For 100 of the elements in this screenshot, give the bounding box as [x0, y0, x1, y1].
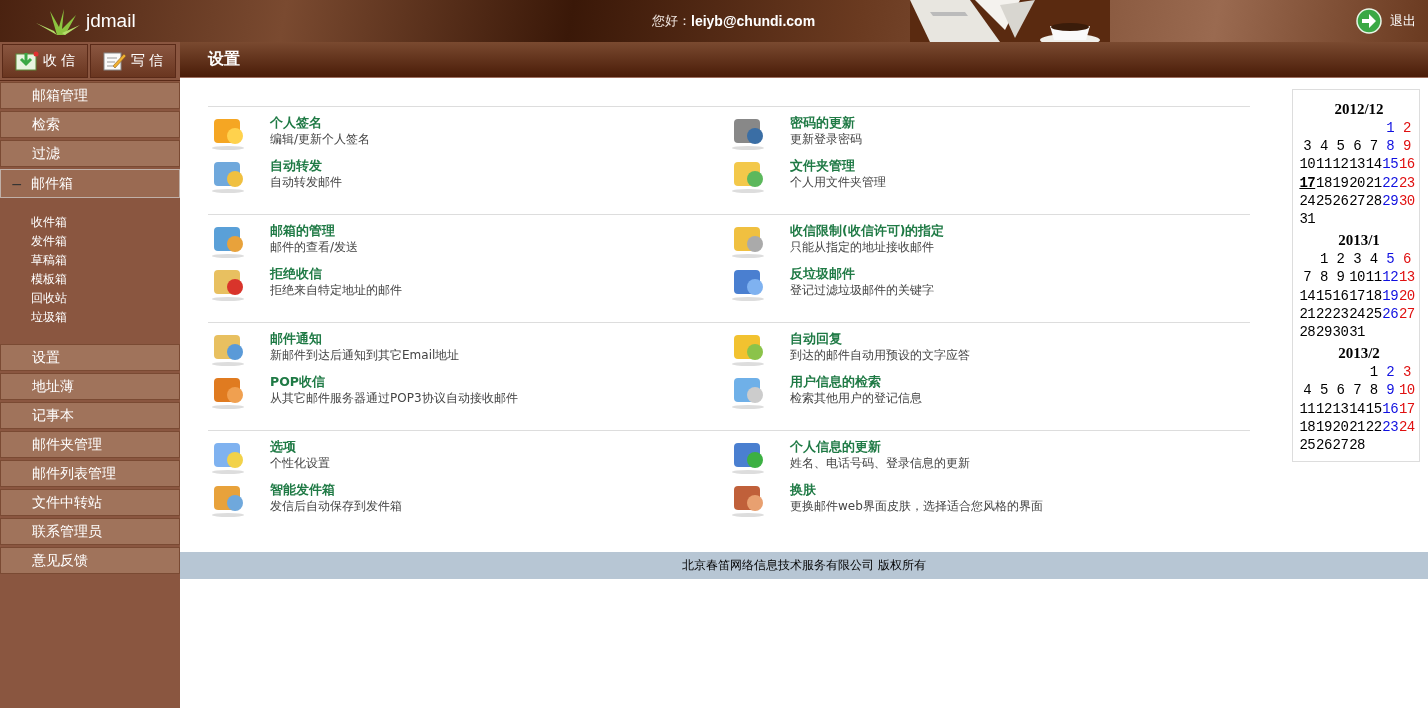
setting-link[interactable]: 文件夹管理 — [790, 158, 855, 174]
toolbar-button[interactable]: 写 信 — [90, 44, 176, 78]
calendar-day[interactable]: 21 — [1299, 304, 1316, 324]
calendar-day[interactable]: 7 — [1348, 381, 1366, 400]
calendar-day[interactable]: 12 — [1381, 268, 1399, 287]
calendar-day[interactable]: 21 — [1348, 417, 1366, 437]
calendar-day[interactable]: 29 — [1381, 191, 1399, 210]
setting-link[interactable]: 智能发件箱 — [270, 482, 335, 498]
calendar-day[interactable]: 28 — [1299, 323, 1316, 342]
calendar-day[interactable]: 19 — [1315, 417, 1333, 437]
setting-link[interactable]: 换肤 — [790, 482, 816, 498]
menu-item[interactable]: 地址薄 — [0, 373, 180, 400]
setting-link[interactable]: 个人信息的更新 — [790, 439, 881, 455]
calendar-day[interactable]: 5 — [1315, 381, 1333, 400]
calendar-day[interactable]: 5 — [1332, 137, 1349, 156]
calendar-day[interactable]: 16 — [1398, 155, 1416, 174]
menu-item[interactable]: 意见反馈 — [0, 547, 180, 574]
calendar-day[interactable]: 10 — [1348, 268, 1366, 287]
menu-item[interactable]: 邮件夹管理 — [0, 431, 180, 458]
setting-link[interactable]: POP收信 — [270, 374, 325, 390]
calendar-day[interactable]: 22 — [1365, 417, 1382, 437]
calendar-day[interactable]: 14 — [1365, 155, 1382, 174]
calendar-day[interactable]: 14 — [1348, 399, 1366, 418]
calendar-day[interactable]: 15 — [1381, 155, 1399, 174]
folder-link[interactable]: 垃圾箱 — [31, 308, 67, 327]
calendar-day[interactable]: 17 — [1348, 286, 1366, 305]
folder-link[interactable]: 草稿箱 — [31, 251, 67, 270]
calendar-day[interactable]: 3 — [1398, 363, 1416, 382]
calendar-day[interactable]: 15 — [1315, 286, 1333, 305]
calendar-day[interactable]: 24 — [1398, 417, 1416, 437]
calendar-day[interactable]: 27 — [1348, 191, 1366, 210]
calendar-day[interactable]: 20 — [1332, 417, 1349, 437]
calendar-day[interactable]: 8 — [1381, 137, 1399, 156]
calendar-day[interactable]: 2 — [1398, 119, 1416, 138]
setting-link[interactable]: 反垃圾邮件 — [790, 266, 855, 282]
calendar-day[interactable]: 17 — [1398, 399, 1416, 418]
calendar-day[interactable]: 19 — [1381, 286, 1399, 305]
folder-link[interactable]: 回收站 — [31, 289, 67, 308]
folder-link[interactable]: 收件箱 — [31, 213, 67, 232]
menu-item[interactable]: 邮箱管理 — [0, 82, 180, 109]
calendar-day[interactable]: 30 — [1332, 323, 1349, 342]
calendar-day[interactable]: 28 — [1365, 191, 1382, 210]
calendar-day[interactable]: 16 — [1332, 286, 1349, 305]
calendar-day[interactable]: 4 — [1315, 137, 1333, 156]
calendar-day[interactable]: 9 — [1398, 137, 1416, 156]
calendar-day[interactable]: 5 — [1381, 250, 1399, 269]
calendar-day[interactable]: 22 — [1381, 173, 1399, 192]
calendar-day[interactable]: 25 — [1299, 436, 1316, 455]
calendar-day[interactable]: 8 — [1365, 381, 1382, 400]
calendar-day[interactable]: 17 — [1299, 173, 1316, 192]
calendar-day[interactable]: 18 — [1315, 173, 1333, 192]
setting-link[interactable]: 自动回复 — [790, 331, 842, 347]
menu-item[interactable]: 联系管理员 — [0, 518, 180, 545]
calendar-day[interactable]: 13 — [1348, 155, 1366, 174]
menu-item[interactable]: 过滤 — [0, 140, 180, 167]
setting-link[interactable]: 密码的更新 — [790, 115, 855, 131]
folder-link[interactable]: 发件箱 — [31, 232, 67, 251]
calendar-day[interactable]: 4 — [1299, 381, 1316, 400]
calendar-day[interactable]: 4 — [1365, 250, 1382, 269]
calendar-day[interactable]: 26 — [1315, 436, 1333, 455]
calendar-day[interactable]: 18 — [1365, 286, 1382, 305]
setting-link[interactable]: 拒绝收信 — [270, 266, 322, 282]
calendar-day[interactable]: 6 — [1398, 250, 1416, 269]
calendar-day[interactable]: 26 — [1381, 304, 1399, 324]
calendar-day[interactable]: 30 — [1398, 191, 1416, 210]
calendar-day[interactable]: 20 — [1348, 173, 1366, 192]
calendar-day[interactable]: 7 — [1365, 137, 1382, 156]
calendar-day[interactable]: 12 — [1332, 155, 1349, 174]
calendar-day[interactable]: 13 — [1332, 399, 1349, 418]
calendar-day[interactable]: 16 — [1381, 399, 1399, 418]
calendar-day[interactable]: 23 — [1398, 173, 1416, 192]
setting-link[interactable]: 个人签名 — [270, 115, 322, 131]
calendar-day[interactable]: 14 — [1299, 286, 1316, 305]
logout-button[interactable]: 退出 — [1356, 8, 1416, 34]
calendar-day[interactable]: 23 — [1332, 304, 1349, 324]
folder-link[interactable]: 模板箱 — [31, 270, 67, 289]
toolbar-button[interactable]: 收 信 — [2, 44, 88, 78]
calendar-day[interactable]: 19 — [1332, 173, 1349, 192]
calendar-day[interactable]: 2 — [1381, 363, 1399, 382]
setting-link[interactable]: 自动转发 — [270, 158, 322, 174]
calendar-day[interactable]: 1 — [1365, 363, 1382, 382]
calendar-day[interactable]: 3 — [1299, 137, 1316, 156]
calendar-day[interactable]: 10 — [1299, 155, 1316, 174]
calendar-day[interactable]: 11 — [1365, 268, 1382, 287]
menu-item[interactable]: 文件中转站 — [0, 489, 180, 516]
calendar-day[interactable]: 21 — [1365, 173, 1382, 192]
calendar-day[interactable]: 27 — [1332, 436, 1349, 455]
setting-link[interactable]: 收信限制(收信许可)的指定 — [790, 223, 945, 239]
calendar-day[interactable]: 9 — [1332, 268, 1349, 287]
menu-item[interactable]: 记事本 — [0, 402, 180, 429]
calendar-day[interactable]: 29 — [1315, 323, 1333, 342]
calendar-day[interactable]: 22 — [1315, 304, 1333, 324]
setting-link[interactable]: 邮箱的管理 — [270, 223, 335, 239]
calendar-day[interactable]: 8 — [1315, 268, 1333, 287]
calendar-day[interactable]: 24 — [1299, 191, 1316, 210]
calendar-day[interactable]: 24 — [1348, 304, 1366, 324]
calendar-day[interactable]: 31 — [1299, 210, 1316, 229]
calendar-day[interactable]: 11 — [1299, 399, 1316, 418]
calendar-day[interactable]: 18 — [1299, 417, 1316, 437]
calendar-day[interactable]: 20 — [1398, 286, 1416, 305]
